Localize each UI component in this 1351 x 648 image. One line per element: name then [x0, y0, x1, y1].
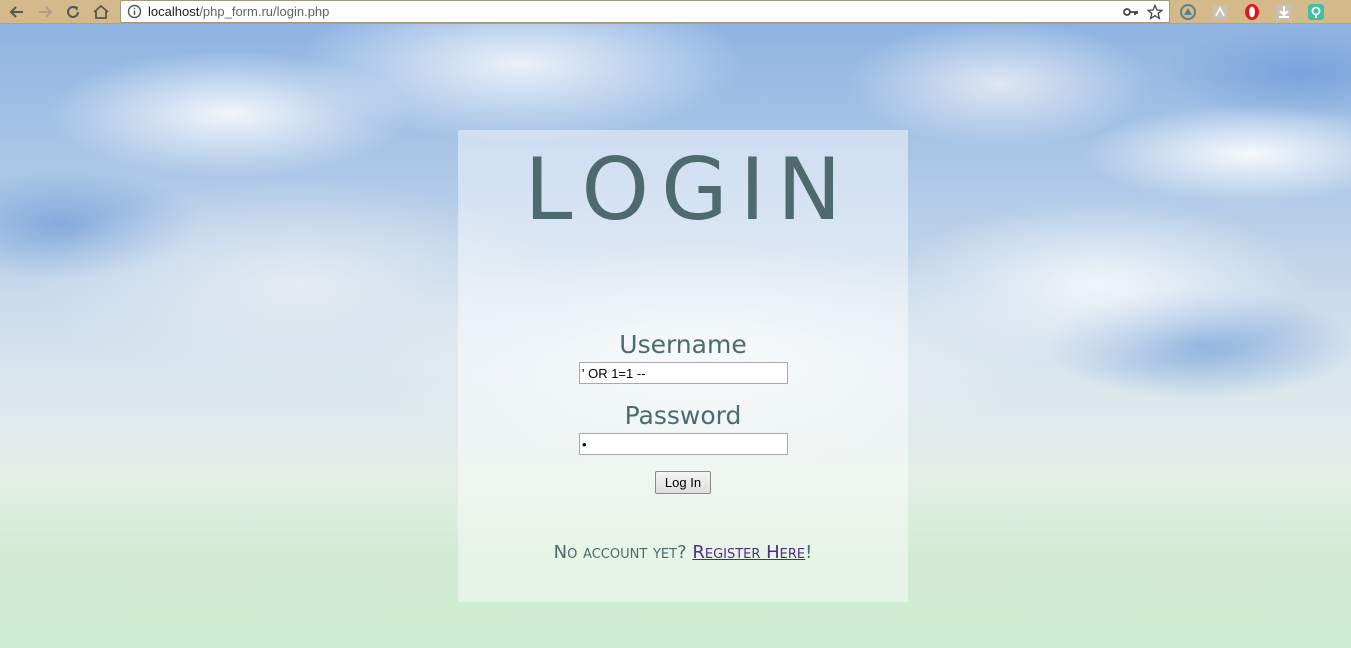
login-button[interactable]: Log In	[655, 471, 711, 494]
reload-icon	[67, 6, 79, 18]
register-link[interactable]: Register Here	[692, 542, 805, 563]
back-button[interactable]	[5, 1, 29, 23]
password-label: Password	[624, 401, 742, 430]
download-extension-icon[interactable]	[1275, 3, 1293, 21]
url-path: /php_form.ru/login.php	[199, 4, 330, 19]
info-icon	[127, 4, 142, 19]
map-extension-icon[interactable]	[1307, 3, 1325, 21]
pdf-extension-icon[interactable]	[1211, 3, 1229, 21]
page-title: LOGIN	[524, 140, 854, 240]
home-button[interactable]	[89, 1, 113, 23]
login-panel: LOGIN Username Password Log In No accoun…	[458, 130, 908, 602]
key-icon[interactable]	[1123, 5, 1139, 19]
star-icon[interactable]	[1147, 4, 1163, 20]
username-input[interactable]	[579, 362, 788, 384]
password-input[interactable]	[579, 433, 788, 455]
page-background: LOGIN Username Password Log In No accoun…	[0, 24, 1351, 648]
arrow-right-icon	[39, 6, 53, 18]
opera-extension-icon[interactable]	[1243, 3, 1261, 21]
register-prompt: No account yet? Register Here!	[458, 540, 908, 566]
register-suffix: !	[805, 542, 813, 563]
username-label: Username	[619, 330, 747, 359]
register-prompt-text: No account yet?	[553, 542, 693, 563]
forward-button[interactable]	[33, 1, 57, 23]
home-icon	[93, 4, 109, 19]
url-host: localhost	[148, 4, 200, 19]
arrow-left-icon	[9, 6, 23, 18]
url-text: localhost/php_form.ru/login.php	[148, 4, 329, 19]
vpn-extension-icon[interactable]	[1179, 3, 1197, 21]
reload-button[interactable]	[61, 1, 85, 23]
address-bar[interactable]: localhost/php_form.ru/login.php	[120, 0, 1170, 23]
browser-toolbar: localhost/php_form.ru/login.php	[0, 0, 1351, 24]
